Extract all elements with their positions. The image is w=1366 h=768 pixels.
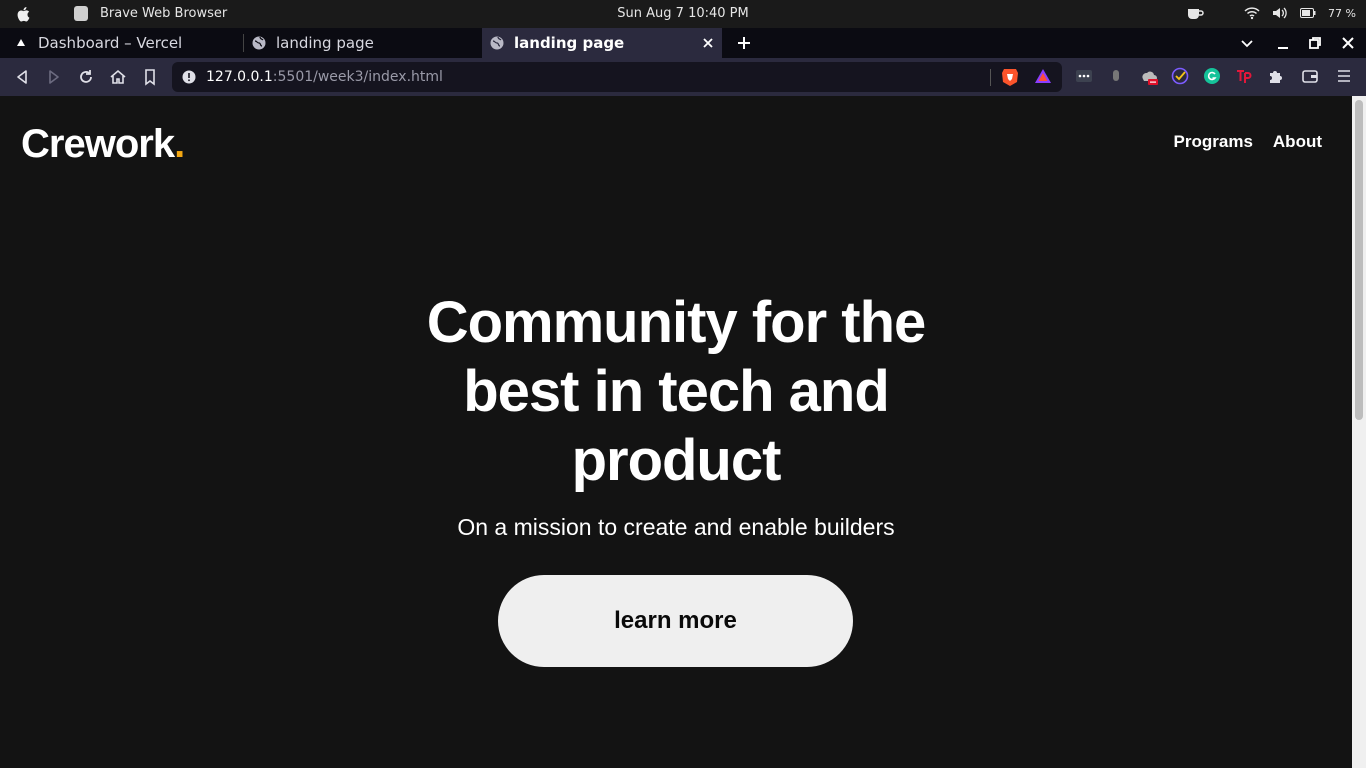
tab-dashboard-vercel[interactable]: Dashboard – Vercel (0, 28, 243, 58)
reload-icon[interactable] (77, 68, 95, 86)
grammarly-icon[interactable] (1203, 67, 1221, 85)
battery-icon[interactable] (1300, 7, 1316, 19)
tp-extension-icon[interactable] (1235, 67, 1253, 85)
page-scrollbar[interactable] (1352, 96, 1366, 768)
site-logo[interactable]: Crework. (21, 122, 185, 167)
tab-label: Dashboard – Vercel (38, 34, 183, 52)
brave-rewards-icon[interactable] (1034, 67, 1052, 85)
vercel-triangle-icon (14, 36, 28, 50)
restore-icon[interactable] (1306, 34, 1324, 52)
forward-icon[interactable] (45, 68, 63, 86)
volume-icon[interactable] (1272, 6, 1288, 20)
tab-landing-page[interactable]: landing page (244, 28, 482, 58)
url-path: :5501/week3/index.html (272, 69, 443, 85)
nav-link-programs[interactable]: Programs (1174, 132, 1253, 152)
scrollbar-thumb[interactable] (1355, 100, 1363, 420)
wallet-icon[interactable] (1301, 67, 1319, 85)
logo-text: Crework (21, 122, 175, 166)
minimize-icon[interactable] (1274, 34, 1292, 52)
browser-tab-strip: Dashboard – Vercel landing page landing … (0, 28, 1366, 58)
browser-toolbar: 127.0.0.1:5501/week3/index.html (0, 58, 1366, 96)
globe-icon (490, 36, 504, 50)
wifi-icon[interactable] (1244, 6, 1260, 20)
menu-icon[interactable] (1335, 67, 1353, 85)
logo-dot: . (174, 122, 185, 166)
address-bar[interactable]: 127.0.0.1:5501/week3/index.html (172, 62, 1062, 92)
back-icon[interactable] (13, 68, 31, 86)
tab-label: landing page (276, 34, 374, 52)
web-page: Crework. Programs About Community for th… (0, 96, 1352, 768)
hero-subtitle: On a mission to create and enable builde… (457, 514, 895, 540)
url-host: 127.0.0.1 (206, 69, 273, 85)
url-text[interactable]: 127.0.0.1:5501/week3/index.html (206, 69, 443, 85)
more-dots-extension-icon[interactable] (1075, 67, 1093, 85)
mouse-extension-icon[interactable] (1107, 67, 1125, 85)
os-top-bar: Brave Web Browser Sun Aug 7 10:40 PM 77 … (0, 0, 1366, 28)
close-tab-icon[interactable] (700, 35, 716, 51)
url-divider (990, 69, 991, 86)
brave-app-icon (74, 6, 88, 21)
os-active-app[interactable]: Brave Web Browser (74, 6, 227, 21)
cloud-extension-icon[interactable] (1139, 67, 1158, 85)
apple-logo-icon[interactable] (15, 5, 33, 23)
globe-icon (252, 36, 266, 50)
home-icon[interactable] (109, 68, 127, 86)
os-system-tray: 77 % (1186, 5, 1356, 21)
extensions-puzzle-icon[interactable] (1267, 67, 1285, 85)
tab-label: landing page (514, 34, 625, 52)
new-tab-icon[interactable] (734, 33, 754, 53)
checkmark-extension-icon[interactable] (1171, 67, 1189, 85)
bookmark-icon[interactable] (141, 68, 159, 86)
tab-list-chevron-icon[interactable] (1238, 34, 1256, 52)
battery-percent: 77 % (1328, 6, 1356, 20)
site-nav: Programs About (1174, 132, 1322, 152)
tab-landing-page-active[interactable]: landing page (482, 28, 722, 58)
brave-shields-icon[interactable] (1001, 67, 1019, 86)
nav-link-about[interactable]: About (1273, 132, 1322, 152)
site-info-icon[interactable] (182, 70, 196, 84)
learn-more-button[interactable]: learn more (498, 575, 853, 667)
close-window-icon[interactable] (1339, 34, 1357, 52)
hero-title: Community for the best in tech and produ… (426, 290, 927, 493)
coffee-icon[interactable] (1186, 5, 1204, 21)
os-app-name: Brave Web Browser (100, 6, 228, 21)
